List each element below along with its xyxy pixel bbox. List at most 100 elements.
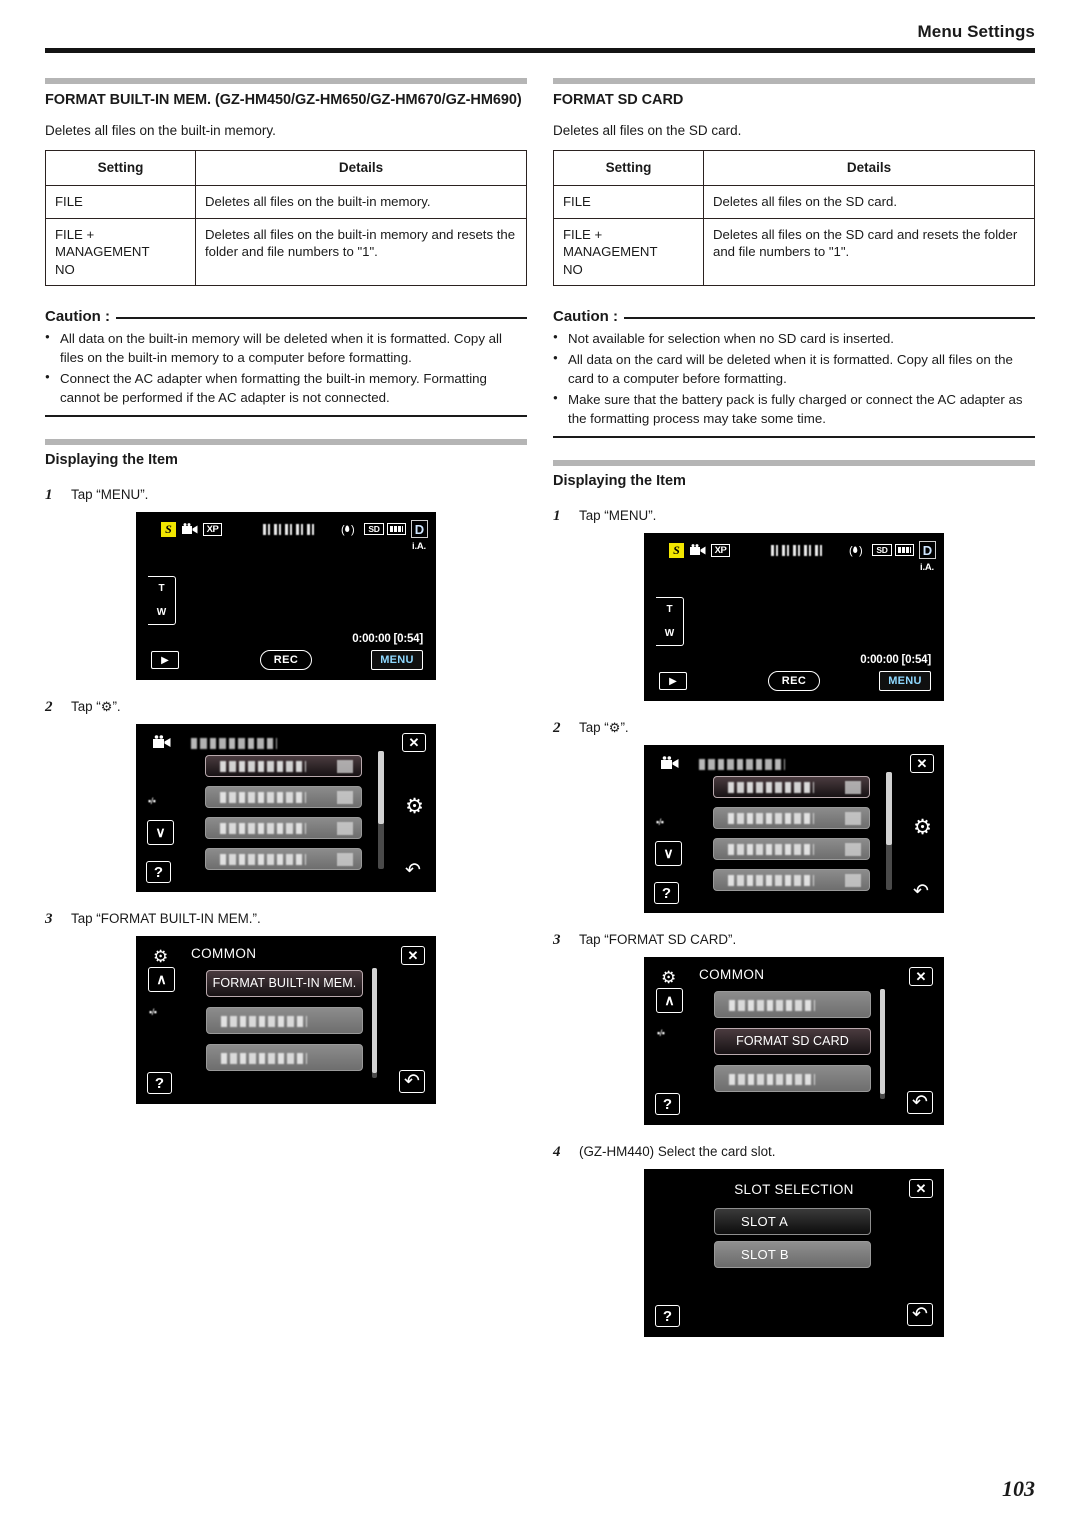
right-section-title: FORMAT SD CARD: [553, 92, 684, 108]
svg-text:(: (: [849, 545, 853, 557]
table-header-row: Setting Details: [553, 150, 1035, 187]
digital-mode-icon: D: [919, 541, 936, 560]
caution-header: Caution :: [45, 308, 527, 325]
gear-icon: ⚙: [153, 947, 169, 967]
sd-card-icon: SD: [364, 523, 384, 536]
close-icon[interactable]: ✕: [909, 1179, 933, 1199]
list-item[interactable]: [206, 1007, 363, 1035]
caution-rule: [624, 317, 1035, 319]
caution-rule: [116, 317, 527, 319]
page-number: 103: [1002, 1476, 1035, 1501]
rec-button[interactable]: REC: [768, 671, 820, 692]
list-item[interactable]: [714, 1065, 871, 1093]
step-1: 1 Tap “MENU”.: [553, 507, 1035, 525]
zoom-control[interactable]: T W: [656, 597, 684, 647]
page-indicator: ▪/▪: [149, 1007, 157, 1018]
gear-icon[interactable]: ⚙: [405, 794, 424, 819]
back-icon[interactable]: ↶: [907, 1091, 933, 1115]
help-button[interactable]: ?: [655, 1093, 680, 1116]
list-item-selected[interactable]: FORMAT BUILT-IN MEM.: [206, 970, 363, 998]
table-row: FILE + MANAGEMENT NO Deletes all files o…: [45, 217, 527, 287]
list-item[interactable]: [714, 991, 871, 1019]
gear-icon[interactable]: ⚙: [913, 815, 932, 840]
cell-details: Deletes all files on the SD card and res…: [703, 217, 1035, 287]
list-item[interactable]: [713, 807, 870, 830]
list-item[interactable]: [205, 817, 362, 840]
scrollbar[interactable]: [880, 989, 885, 1100]
scrollbar[interactable]: [378, 751, 384, 870]
left-column: FORMAT BUILT-IN MEM. (GZ-HM450/GZ-HM650/…: [45, 78, 527, 1105]
caution-label: Caution :: [553, 308, 618, 326]
help-button[interactable]: ?: [655, 1305, 680, 1328]
scroll-up-button[interactable]: ∧: [148, 967, 175, 993]
menu-button[interactable]: MENU: [879, 671, 931, 692]
common-screen-wrap-right: ⚙ COMMON ✕ ↶ ? ∧ ▪/▪ FORMAT SD CARD: [553, 957, 1035, 1126]
menu-button[interactable]: MENU: [371, 650, 423, 671]
rec-button[interactable]: REC: [260, 650, 312, 671]
scene-mode-icon: S: [161, 522, 176, 538]
close-icon[interactable]: ✕: [909, 967, 933, 987]
playback-button[interactable]: ▶: [659, 672, 687, 691]
header-setting: Setting: [553, 150, 704, 187]
close-icon[interactable]: ✕: [402, 733, 426, 753]
digital-mode-icon: D: [411, 520, 428, 539]
zoom-tele-label: T: [666, 604, 673, 616]
svg-text:(: (: [341, 524, 345, 536]
back-icon[interactable]: ↶: [908, 880, 934, 903]
list-item[interactable]: [713, 838, 870, 861]
slot-a-button[interactable]: SLOT A: [714, 1208, 871, 1236]
scroll-down-button[interactable]: ∨: [147, 820, 174, 846]
back-icon[interactable]: ↶: [400, 859, 426, 882]
step-2: 2 Tap “⚙”.: [45, 698, 527, 716]
step-3: 3 Tap “FORMAT BUILT-IN MEM.”.: [45, 910, 527, 928]
help-button[interactable]: ?: [146, 861, 171, 884]
video-camera-icon: [660, 755, 681, 775]
camera-common-menu-screen: ⚙ COMMON ✕ ↶ ? ∧ ▪/▪ FORMAT BUILT-IN MEM…: [136, 936, 436, 1105]
list-item-selected[interactable]: FORMAT SD CARD: [714, 1028, 871, 1056]
left-displaying-section: Displaying the Item 1 Tap “MENU”. S XP (…: [45, 439, 527, 1105]
close-icon[interactable]: ✕: [910, 754, 934, 774]
step-2: 2 Tap “⚙”.: [553, 719, 1035, 737]
back-icon[interactable]: ↶: [907, 1303, 933, 1327]
playback-button[interactable]: ▶: [151, 651, 179, 670]
intelligent-auto-label: i.A.: [412, 541, 426, 553]
caution-item: Make sure that the battery pack is fully…: [553, 390, 1035, 429]
list-item[interactable]: [205, 786, 362, 809]
status-bar: S XP () SD D: [137, 520, 435, 539]
rec-screen-wrap-left: S XP () SD D i.A. T W 0:00:00 [0:54] ▶ R…: [45, 512, 527, 681]
help-button[interactable]: ?: [654, 882, 679, 905]
list-item[interactable]: [713, 869, 870, 892]
scroll-down-button[interactable]: ∨: [655, 841, 682, 867]
scroll-up-button[interactable]: ∧: [656, 988, 683, 1014]
zoom-control[interactable]: T W: [148, 576, 176, 626]
page-title: Menu Settings: [917, 22, 1035, 41]
rec-screen-wrap-right: S XP () SD D i.A. T W 0:00:00 [0:54] ▶ R…: [553, 533, 1035, 702]
cell-setting: FILE + MANAGEMENT NO: [553, 217, 704, 287]
list-item[interactable]: [205, 755, 362, 778]
back-icon[interactable]: ↶: [399, 1070, 425, 1094]
step-text: (GZ-HM440) Select the card slot.: [579, 1144, 776, 1160]
close-icon[interactable]: ✕: [401, 946, 425, 966]
gear-icon: ⚙: [608, 720, 621, 736]
header-setting: Setting: [45, 150, 196, 187]
list-item[interactable]: [205, 848, 362, 871]
header-details: Details: [703, 150, 1035, 187]
step-text: Tap “⚙”.: [579, 720, 629, 736]
camera-menu-screen: ✕ ⚙ ↶ ? ∨ ▪/▪: [136, 724, 436, 893]
right-column: FORMAT SD CARD Deletes all files on the …: [553, 78, 1035, 1338]
section-bar-right: [553, 78, 1035, 84]
common-screen-wrap-left: ⚙ COMMON ✕ ↶ ? ∧ ▪/▪ FORMAT BUILT-IN MEM…: [45, 936, 527, 1105]
scrollbar[interactable]: [372, 968, 377, 1079]
right-caution-block: Caution : Not available for selection wh…: [553, 308, 1035, 439]
help-button[interactable]: ?: [147, 1072, 172, 1095]
slot-selection-screen: SLOT SELECTION ✕ ↶ ? SLOT A SLOT B: [644, 1169, 944, 1338]
blurred-status-text: [263, 524, 317, 536]
section-bar-left: [45, 78, 527, 84]
scrollbar[interactable]: [886, 772, 892, 891]
gear-icon: ⚙: [661, 968, 677, 988]
blurred-status-text: [771, 545, 825, 557]
slot-b-button[interactable]: SLOT B: [714, 1241, 871, 1269]
step-text: Tap “⚙”.: [71, 699, 121, 715]
list-item[interactable]: [206, 1044, 363, 1072]
list-item[interactable]: [713, 776, 870, 799]
